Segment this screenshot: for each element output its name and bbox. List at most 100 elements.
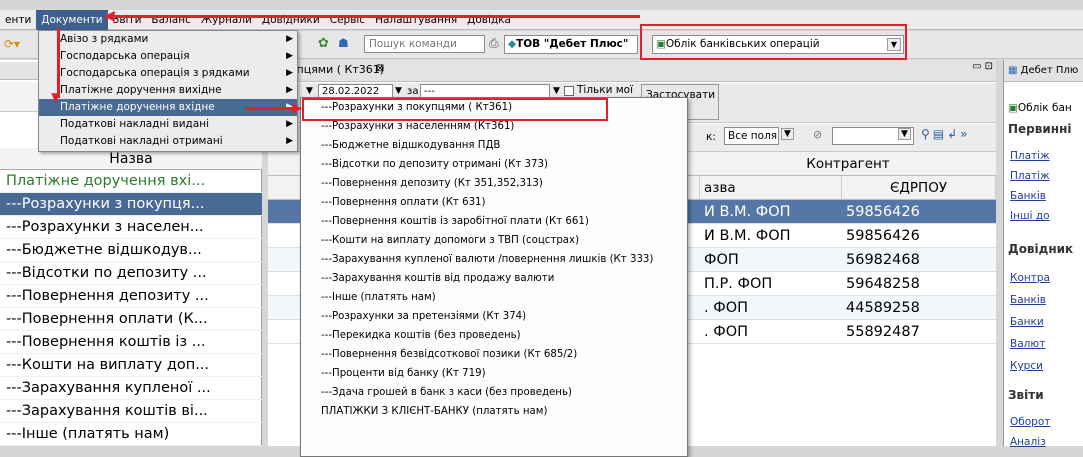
print-icon[interactable]: ⎙ [489,36,499,51]
link-bank-accounts[interactable]: Банків [1010,294,1046,306]
organization-select[interactable]: ◆ТОВ "Дебет Плюс" [504,35,638,54]
submenu-item[interactable]: ---Повернення депозиту (Кт 351,352,313) [301,174,687,193]
highlight-box-submenu [302,98,608,121]
cell-code: 59648258 [846,276,920,292]
chevron-down-icon[interactable]: ▼ [781,128,794,140]
submenu-arrow-icon: ▶ [286,85,293,95]
right-panel-module[interactable]: ▣Облік бан [1008,102,1072,114]
menu-item-documents[interactable]: Документи [36,9,108,30]
submenu-item[interactable]: ---Відсотки по депозиту отримані (Кт 373… [301,155,687,174]
minimize-icon[interactable]: ▭ ⊡ [972,61,993,72]
chevron-down-icon[interactable]: ▼ [898,128,911,140]
tree-item[interactable]: ---Кошти на виплату доп... [0,354,262,377]
menu-item-journals[interactable]: Журнали [196,10,257,30]
close-tab-icon[interactable]: ⊠ [376,63,384,74]
menu-item-operation[interactable]: Господарська операція ▶ [39,48,297,65]
module-icon: ▣ [1008,102,1018,114]
clear-filter-icon[interactable]: ⊘ [813,128,822,141]
cell-name: . ФОП [704,324,749,340]
submenu-item[interactable]: ---Зарахування купленої валюти /повернен… [301,250,687,269]
cell-name: . ФОП [704,300,749,316]
submenu-item[interactable]: ---Повернення оплати (Кт 631) [301,193,687,212]
cell-code: 56982468 [846,252,920,268]
menu-item-tax-received[interactable]: Податкові накладні отримані ▶ [39,133,297,150]
column-header-code[interactable]: ЄДРПОУ [842,176,996,200]
submenu-item[interactable]: ---Здача грошей в банк з каси (без прове… [301,383,687,402]
tree-item[interactable]: ---Розрахунки з населен... [0,216,262,239]
link-bank[interactable]: Банків [1010,190,1046,202]
link-payment-out[interactable]: Платіж [1010,150,1050,162]
refresh-icon[interactable]: ✿ [318,36,329,51]
menu-item-references[interactable]: Довідники [257,10,325,30]
highlight-box-module [640,24,907,60]
menu-item-payment-out[interactable]: Платіжне доручення вихідне ▶ [39,82,297,99]
column-group-header: Контрагент [700,152,996,176]
tree-item[interactable]: ---Зарахування купленої ... [0,377,262,400]
submenu-item[interactable]: ---Проценти від банку (Кт 719) [301,364,687,383]
tree-item[interactable]: ---Зарахування коштів ві... [0,400,262,423]
submenu-item[interactable]: ПЛАТІЖКИ З КЛІЄНТ-БАНКУ (платять нам) [301,402,687,421]
submenu-arrow-icon: ▶ [286,51,293,61]
only-mine-checkbox[interactable] [564,86,574,96]
search-tools-icon[interactable]: ⚲▤↲» [921,127,971,141]
tree-item[interactable]: ---Бюджетне відшкодув... [0,239,262,262]
submenu-item[interactable]: ---Зарахування коштів від продажу валюти [301,269,687,288]
column-header-name[interactable]: азва [700,176,842,200]
submenu-item[interactable]: ---Розрахунки за претензіями (Кт 374) [301,307,687,326]
cell-code: 55892487 [846,324,920,340]
documents-menu: Авізо з рядками ▶ Господарська операція ▶ … [38,30,298,152]
tree-item[interactable]: ---Повернення депозиту ... [0,285,262,308]
link-currencies[interactable]: Валют [1010,338,1045,350]
menu-item-notice[interactable]: Авізо з рядками ▶ [39,31,297,48]
menu-item-balance[interactable]: Баланс [146,10,195,30]
cell-code: 59856426 [846,204,920,220]
annotation-arrow-down-line [57,28,60,98]
cell-name: П.Р. ФОП [704,276,773,292]
menu-item-operation-rows[interactable]: Господарська операція з рядками ▶ [39,65,297,82]
submenu-item[interactable]: ---Інше (платять нам) [301,288,687,307]
right-panel-tab[interactable]: ▦ Дебет Плю [1004,60,1083,82]
menu-item-help[interactable]: Довідка [462,10,516,30]
tree-item[interactable]: ---Повернення коштів із ... [0,331,262,354]
menu-item-service[interactable]: Сервіс [325,10,370,30]
command-search-input[interactable]: Пошук команди [364,35,485,53]
link-rates[interactable]: Курси [1010,360,1043,372]
user-icon[interactable]: ☗ [338,36,349,50]
menu-item-tax-issued[interactable]: Податкові накладні видані ▶ [39,116,297,133]
run-icon[interactable]: ⟳▾ [4,37,20,51]
link-banks[interactable]: Банки [1010,316,1044,328]
annotation-arrow-right-line [245,107,295,110]
chevron-down-icon[interactable]: ▼ [395,86,402,96]
search-scope-select[interactable]: Все поля [724,127,779,145]
cell-name: ФОП [704,252,739,268]
submenu-item[interactable]: ---Повернення безвідсоткової позики (Кт … [301,345,687,364]
tree-item[interactable]: Платіжне доручення вхі... [0,170,262,193]
document-list-tab[interactable]: упцями ( Кт361) [290,63,384,76]
tree-item[interactable]: ---Інше (платять нам) [0,423,262,446]
submenu-item[interactable]: ---Кошти на виплату допомоги з ТВП (соцс… [301,231,687,250]
submenu-item[interactable]: ---Повернення коштів із заробітної плати… [301,212,687,231]
org-icon: ◆ [508,38,517,50]
chevron-down-icon[interactable]: ▼ [553,86,560,96]
tree-item[interactable]: ---Відсотки по депозиту ... [0,262,262,285]
section-references: Довідник [1008,242,1074,256]
link-turnover[interactable]: Оборот [1010,416,1050,428]
chevron-down-icon[interactable]: ▼ [306,86,313,96]
link-payment-in[interactable]: Платіж [1010,170,1050,182]
document-tree: Платіжне доручення вхі... ---Розрахунки … [0,170,262,446]
submenu-arrow-icon: ▶ [286,136,293,146]
submenu-arrow-icon: ▶ [286,34,293,44]
tree-item[interactable]: ---Повернення оплати (К... [0,308,262,331]
link-analysis[interactable]: Аналіз [1010,436,1046,448]
menu-item-0[interactable]: енти [0,10,36,30]
link-other-docs[interactable]: Інші до [1010,210,1050,222]
arrow-down-icon: ▼ [51,90,61,104]
submenu-item[interactable]: ---Бюджетне відшкодування ПДВ [301,136,687,155]
submenu-item[interactable]: ---Перекидка коштів (без проведень) [301,326,687,345]
tree-item[interactable]: ---Розрахунки з покупця... [0,193,262,216]
app-icon: ▦ [1008,65,1018,76]
menu-item-settings[interactable]: Налаштування [370,10,462,30]
arrow-right-icon: ▶ [292,101,302,116]
right-panel-title: Дебет Плю [1020,65,1079,76]
link-contractors[interactable]: Контра [1010,272,1050,284]
